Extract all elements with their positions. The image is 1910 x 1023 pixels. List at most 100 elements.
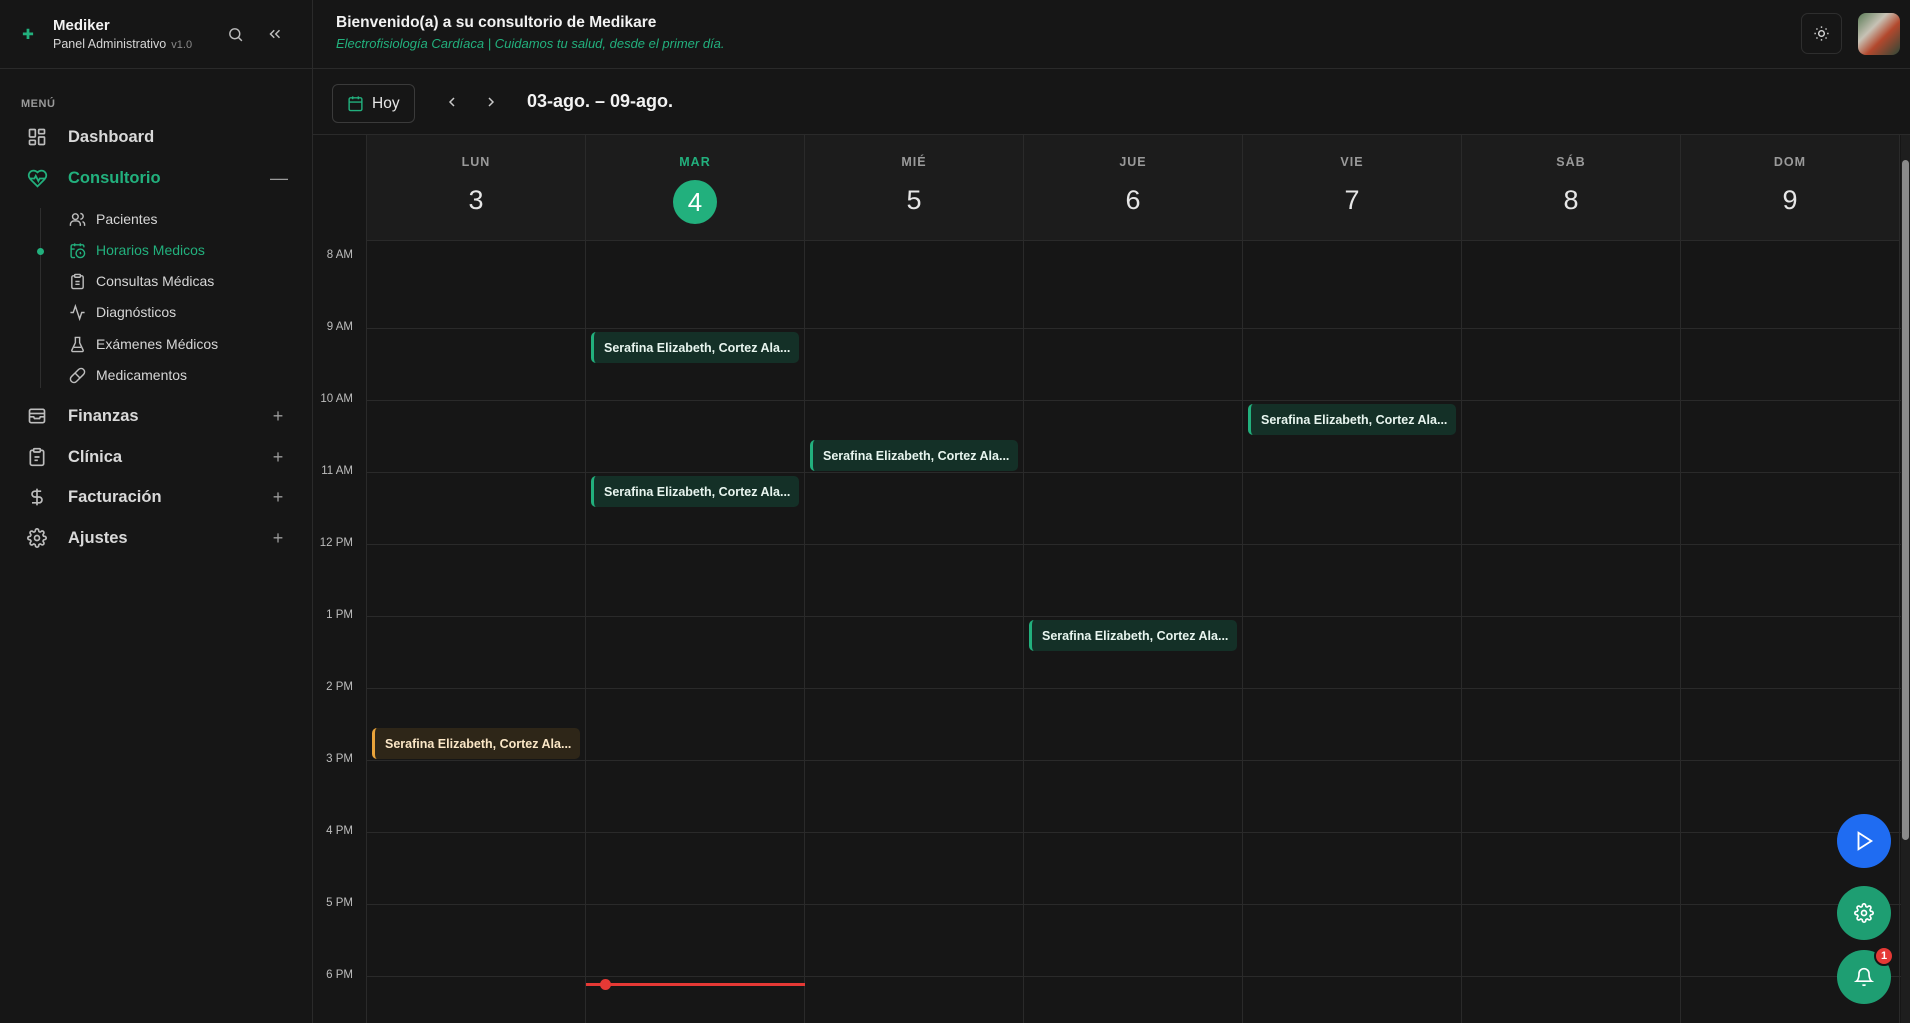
submenu-item-diagnosticos[interactable]: Diagnósticos [68, 303, 176, 321]
user-avatar[interactable] [1858, 13, 1900, 55]
notification-badge: 1 [1874, 946, 1894, 966]
expand-toggle[interactable]: + [270, 528, 286, 549]
brand-name: Mediker [53, 17, 110, 34]
chevron-right-icon[interactable] [483, 94, 499, 110]
hour-label: 4 PM [326, 825, 353, 837]
day-header[interactable]: DOM 9 [1681, 135, 1900, 241]
calendar-event[interactable]: Serafina Elizabeth, Cortez Ala... [591, 332, 799, 363]
sidebar-item-label: Consultorio [68, 168, 161, 187]
play-button[interactable] [1837, 814, 1891, 868]
collapse-sidebar-icon[interactable] [263, 22, 287, 46]
sun-icon [1814, 26, 1829, 41]
logo-icon: ✚ [22, 25, 34, 42]
calendar-event[interactable]: Serafina Elizabeth, Cortez Ala... [1029, 620, 1237, 651]
date-range: 03-ago. – 09-ago. [527, 91, 674, 111]
today-label: Hoy [372, 94, 400, 112]
day-column[interactable] [367, 241, 586, 1023]
day-header[interactable]: LUN 3 [367, 135, 586, 241]
sidebar-item-label: Clínica [68, 447, 123, 466]
sidebar-item-label: Facturación [68, 487, 162, 506]
submenu-item-label: Horarios Medicos [96, 242, 205, 258]
theme-toggle-button[interactable] [1801, 13, 1842, 54]
submenu-item-label: Medicamentos [96, 367, 188, 383]
sidebar-item-clinica[interactable]: Clínica + [26, 446, 286, 468]
sidebar-item-ajustes[interactable]: Ajustes + [26, 527, 286, 549]
menu-title: MENÚ [21, 98, 56, 110]
submenu-item-label: Diagnósticos [96, 304, 177, 320]
gear-icon [1854, 903, 1874, 923]
hour-line [367, 328, 1910, 329]
day-column[interactable] [1462, 241, 1681, 1023]
expand-toggle[interactable]: + [270, 487, 286, 508]
hour-label: 9 AM [326, 321, 353, 333]
calendar-event[interactable]: Serafina Elizabeth, Cortez Ala... [591, 476, 799, 507]
day-header[interactable]: JUE 6 [1024, 135, 1243, 241]
scrollbar-thumb[interactable] [1902, 160, 1909, 840]
hour-line [367, 688, 1910, 689]
app-root: ✚ Mediker Panel Administrativo v1.0 MENÚ … [0, 0, 1910, 1023]
day-number: 5 [805, 180, 1023, 220]
day-number: 7 [1243, 180, 1461, 220]
hour-label: 10 AM [320, 393, 353, 405]
today-button[interactable]: Hoy [332, 84, 415, 123]
sidebar-item-facturacion[interactable]: Facturación + [26, 486, 286, 508]
calendar-event[interactable]: Serafina Elizabeth, Cortez Ala... [810, 440, 1018, 471]
submenu-item-consultas[interactable]: Consultas Médicas [68, 272, 214, 290]
hour-line [367, 544, 1910, 545]
chevron-left-icon[interactable] [444, 94, 460, 110]
submenu-item-label: Exámenes Médicos [96, 336, 219, 352]
sidebar-item-label: Dashboard [68, 127, 155, 146]
calendar-icon [347, 95, 364, 112]
dashboard-icon [26, 126, 48, 148]
day-number: 3 [367, 180, 585, 220]
search-icon[interactable] [223, 22, 247, 46]
day-name: MIÉ [901, 155, 927, 169]
submenu-item-pacientes[interactable]: Pacientes [68, 210, 157, 228]
hour-label: 12 PM [319, 537, 353, 549]
sidebar-item-label: Ajustes [68, 528, 128, 547]
day-number-value: 6 [1125, 185, 1141, 215]
brand-subtitle: Panel Administrativo [53, 37, 167, 51]
day-name: JUE [1119, 155, 1147, 169]
hour-line [367, 832, 1910, 833]
day-header[interactable]: SÁB 8 [1462, 135, 1681, 241]
submenu-item-medicamentos[interactable]: Medicamentos [68, 366, 187, 384]
hour-line [367, 760, 1910, 761]
day-column[interactable] [1243, 241, 1462, 1023]
hour-line [367, 904, 1910, 905]
submenu-line [40, 208, 41, 388]
settings-fab-button[interactable] [1837, 886, 1891, 940]
clipboard-list-icon [68, 272, 86, 290]
sidebar-item-dashboard[interactable]: Dashboard [26, 126, 286, 148]
day-name: MAR [679, 155, 711, 169]
day-header[interactable]: VIE 7 [1243, 135, 1462, 241]
expand-toggle[interactable]: + [270, 447, 286, 468]
top-bar: Bienvenido(a) a su consultorio de Medika… [313, 0, 1910, 69]
submenu-item-label: Pacientes [96, 211, 158, 227]
hour-label: 8 AM [326, 249, 353, 261]
notifications-button[interactable]: 1 [1837, 946, 1894, 1004]
expand-toggle[interactable]: + [270, 406, 286, 427]
day-column[interactable] [805, 241, 1024, 1023]
brand-header: ✚ Mediker Panel Administrativo v1.0 [0, 0, 312, 69]
calendar-event[interactable]: Serafina Elizabeth, Cortez Ala... [1248, 404, 1456, 435]
sidebar-item-finanzas[interactable]: Finanzas + [26, 405, 286, 427]
sidebar-item-consultorio[interactable]: Consultorio — [26, 167, 288, 189]
tagline: Electrofisiología Cardíaca | Cuidamos tu… [336, 36, 725, 51]
main-content: Bienvenido(a) a su consultorio de Medika… [313, 0, 1910, 1023]
day-header[interactable]: MAR 4 [586, 135, 805, 241]
day-number: 8 [1462, 180, 1680, 220]
day-number-value: 4 [673, 180, 717, 224]
submenu-item-examenes[interactable]: Exámenes Médicos [68, 335, 218, 353]
day-header[interactable]: MIÉ 5 [805, 135, 1024, 241]
hour-label: 2 PM [326, 681, 353, 693]
hour-line [367, 616, 1910, 617]
bell-icon [1854, 967, 1874, 987]
collapse-toggle[interactable]: — [270, 168, 288, 189]
submenu-item-horarios[interactable]: Horarios Medicos [68, 241, 205, 259]
wallet-icon [26, 405, 48, 427]
calendar-event[interactable]: Serafina Elizabeth, Cortez Ala... [372, 728, 580, 759]
day-number: 4 [586, 180, 804, 224]
week-calendar: LUN 3 MAR 4 MIÉ 5 JUE 6 VIE 7 SÁB 8 DOM 9 8 AM 9 AM 10 A… [313, 135, 1910, 1023]
play-icon [1857, 831, 1874, 851]
